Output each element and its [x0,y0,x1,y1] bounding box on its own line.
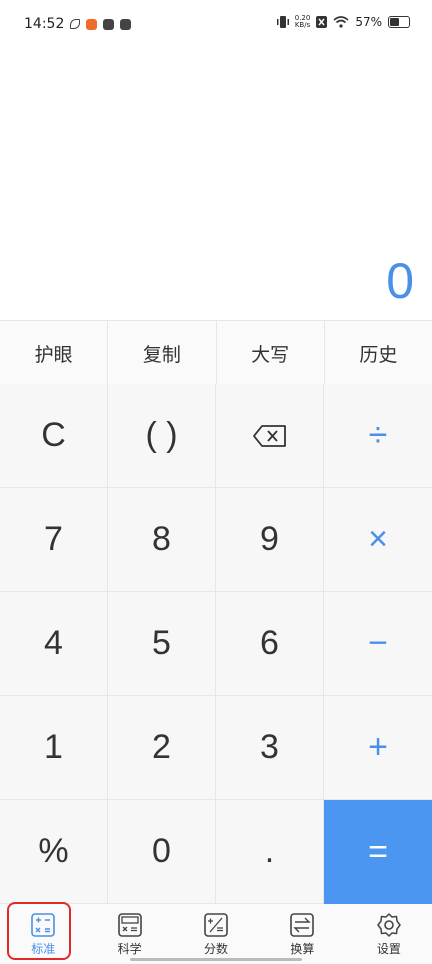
decimal-button[interactable]: . [216,800,324,904]
digit-5-button[interactable]: 5 [108,592,216,696]
digit-2-button[interactable]: 2 [108,696,216,800]
notification-mail-icon [120,18,132,30]
history-button[interactable]: 历史 [325,321,432,385]
backspace-button[interactable] [216,384,324,488]
tab-conversion[interactable]: 换算 [259,904,345,964]
tab-label: 分数 [204,941,229,956]
digit-1-button[interactable]: 1 [0,696,108,800]
network-speed: 0.20 KB/s [295,15,311,29]
parentheses-button[interactable]: ( ) [108,384,216,488]
uppercase-button[interactable]: 大写 [217,321,325,385]
wifi-icon [333,16,349,28]
battery-fill [390,18,400,26]
status-left: 14:52 [24,16,132,32]
digit-3-button[interactable]: 3 [216,696,324,800]
no-sim-icon [316,16,328,28]
mode-tab-bar: 标准 科学 分数 换算 设置 [0,904,432,964]
home-indicator[interactable] [130,958,302,961]
minus-button[interactable]: − [324,592,432,696]
battery-icon [388,16,410,28]
tab-fraction-calc[interactable]: 分数 [173,904,259,964]
network-speed-unit: KB/s [294,21,311,29]
battery-percent: 57% [355,15,382,29]
backspace-icon [252,424,286,447]
notification-leaf-icon [70,19,81,29]
vibrate-icon [276,16,289,28]
display-area: 0 [0,52,432,320]
digit-7-button[interactable]: 7 [0,488,108,592]
clear-button[interactable]: C [0,384,108,488]
fraction-calc-icon [204,912,228,937]
digit-4-button[interactable]: 4 [0,592,108,696]
multiply-button[interactable]: × [324,488,432,592]
conversion-icon [290,912,315,937]
digit-8-button[interactable]: 8 [108,488,216,592]
copy-button[interactable]: 复制 [108,321,217,385]
divide-button[interactable]: ÷ [324,384,432,488]
equals-button[interactable]: = [324,800,432,904]
scientific-calc-icon [117,912,142,937]
tab-label: 换算 [290,941,315,956]
digit-0-button[interactable]: 0 [108,800,216,904]
status-right: 0.20 KB/s 57% [276,15,410,29]
standard-calc-icon [31,912,56,937]
tab-label: 标准 [31,941,56,956]
tab-standard-calc[interactable]: 标准 [0,904,86,964]
notification-app-icon [86,18,98,30]
keypad: C( ) ÷ 7 8 9 × 4 5 6− 1 2 3 +% 0. = [0,384,432,904]
notification-vivo-icon [103,18,115,30]
tab-label: 科学 [117,941,142,956]
percent-button[interactable]: % [0,800,108,904]
status-bar: 14:52 0.20 KB/s 57% [0,0,432,52]
tab-scientific-calc[interactable]: 科学 [86,904,172,964]
settings-gear-icon [377,912,401,937]
plus-button[interactable]: + [324,696,432,800]
digit-9-button[interactable]: 9 [216,488,324,592]
eye-care-button[interactable]: 护眼 [0,321,109,385]
tool-row: 护眼 复制 大写 历史 [0,320,432,386]
status-time: 14:52 [24,16,65,32]
tab-label: 设置 [376,941,401,956]
tab-settings-gear[interactable]: 设置 [346,904,432,964]
result-value: 0 [386,253,414,309]
digit-6-button[interactable]: 6 [216,592,324,696]
